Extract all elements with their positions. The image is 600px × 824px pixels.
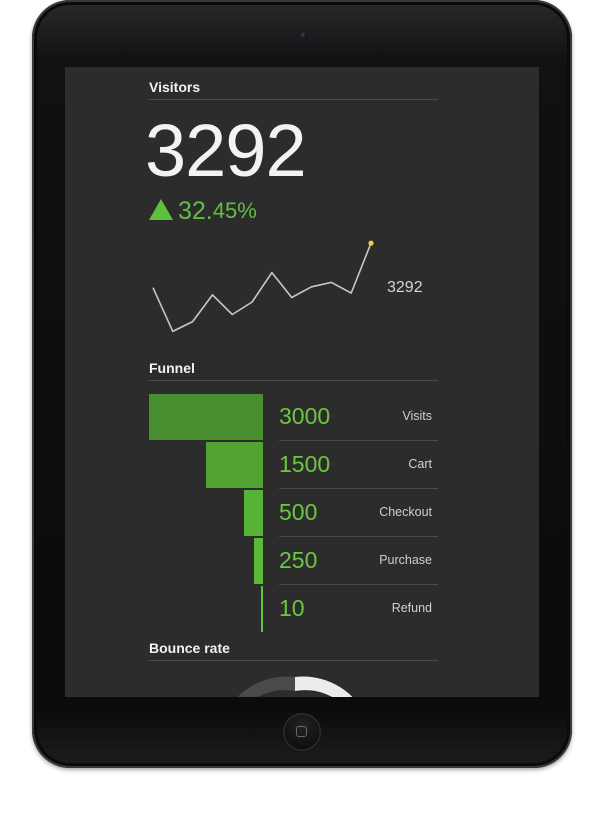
funnel-label: Refund [391,601,432,615]
sparkline-value-label: 3292 [387,279,423,296]
funnel-label: Cart [408,457,432,471]
triangle-up-icon [149,199,173,220]
funnel-row: 1500 Cart [149,441,438,489]
donut-remainder-arc [237,676,295,697]
funnel-row: 10 Refund [149,585,438,632]
tablet-frame: Visitors 3292 32. 45% 3292 Funnel 3000 Vi… [32,0,572,768]
funnel-label: Visits [402,409,432,423]
funnel-title: Funnel [149,360,438,381]
visitors-change-rest: 45% [212,198,257,223]
bounce-rate-donut [237,676,353,697]
funnel-bar [149,394,263,440]
funnel-label: Checkout [379,505,432,519]
bounce-rate-title: Bounce rate [149,640,438,661]
funnel-bar [206,442,263,488]
visitors-change: 32. 45% [149,197,257,225]
donut-value-arc [295,676,353,697]
funnel-label: Purchase [379,553,432,567]
funnel-row: 250 Purchase [149,537,438,585]
funnel-value: 3000 [279,403,331,429]
funnel-row: 3000 Visits [149,393,438,441]
visitors-title: Visitors [149,79,438,100]
funnel-value: 1500 [279,451,331,477]
visitors-count: 3292 [145,109,307,192]
sparkline-endpoint [368,240,374,246]
funnel-bar [244,490,263,536]
sparkline-path [152,242,372,333]
funnel-value: 250 [279,547,318,573]
visitors-change-main: 32. [178,197,213,225]
funnel-bar [254,538,263,584]
funnel-value: 10 [279,595,305,621]
funnel-bar [261,586,263,632]
dashboard-screen: Visitors 3292 32. 45% 3292 Funnel 3000 Vi… [65,67,539,697]
funnel-row: 500 Checkout [149,489,438,537]
camera-icon [300,32,307,39]
visitors-sparkline [152,240,374,333]
funnel-value: 500 [279,499,318,525]
home-square-icon [296,726,307,737]
